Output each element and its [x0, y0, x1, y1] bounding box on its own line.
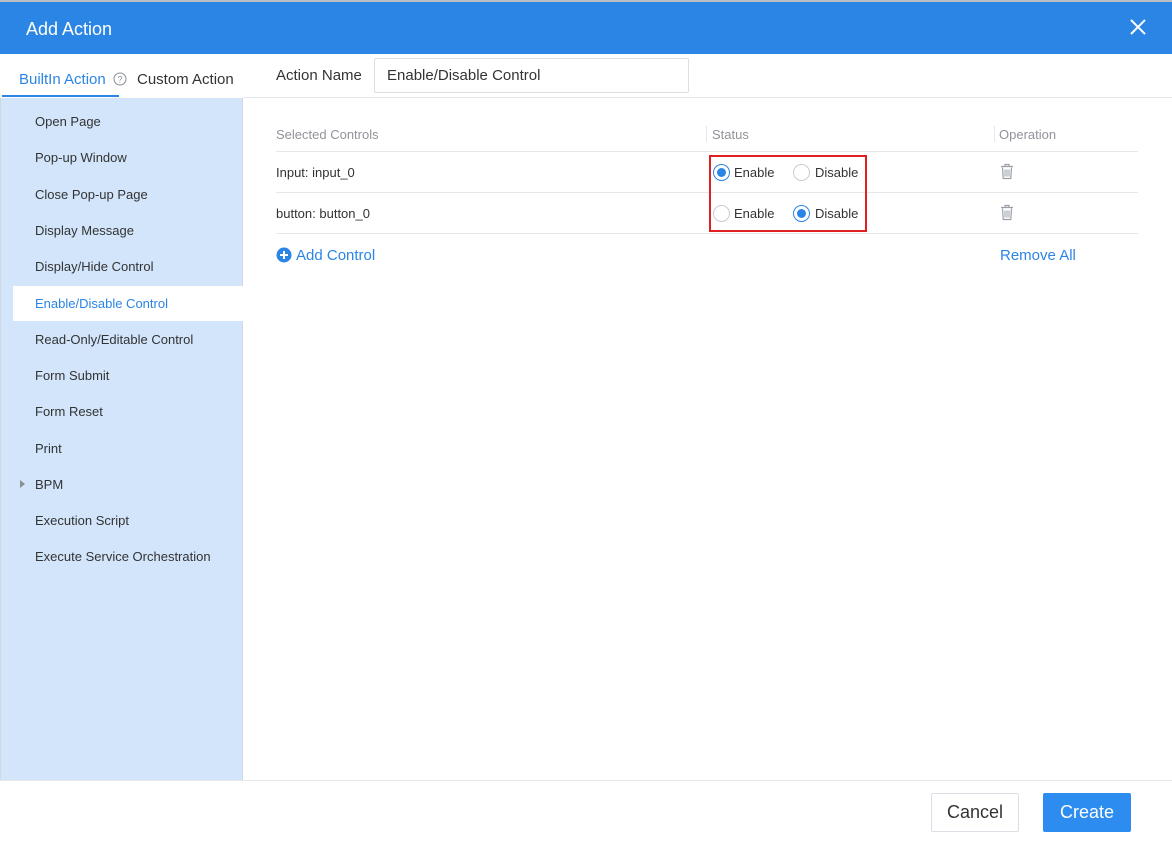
tab-custom-action[interactable]: Custom Action: [137, 71, 234, 88]
add-action-dialog: Add Action BuiltIn Action ? Custom Actio…: [0, 0, 1172, 842]
help-circle-icon[interactable]: ?: [113, 72, 127, 86]
sidebar-item-display-message[interactable]: Display Message: [13, 213, 243, 248]
table-header: Selected Controls Status Operation: [276, 116, 1138, 152]
sidebar-item-open-page[interactable]: Open Page: [13, 104, 243, 139]
sidebar-item-popup-window[interactable]: Pop-up Window: [13, 140, 243, 175]
column-header-selected-controls: Selected Controls: [276, 127, 379, 142]
sidebar-item-readonly-editable-control[interactable]: Read-Only/Editable Control: [13, 322, 243, 357]
action-name-input[interactable]: [374, 58, 689, 93]
sidebar-item-label: Execution Script: [35, 513, 129, 528]
sidebar-item-label: BPM: [35, 477, 64, 492]
sidebar-item-label: Open Page: [35, 114, 101, 129]
sidebar-item-label: Display Message: [35, 223, 134, 238]
dialog-footer: Cancel Create: [0, 780, 1172, 842]
sidebar-item-label: Execute Service Orchestration: [35, 549, 211, 564]
sidebar-item-enable-disable-control[interactable]: Enable/Disable Control: [13, 286, 243, 321]
dialog-title: Add Action: [26, 19, 113, 39]
trash-icon[interactable]: [1000, 204, 1014, 221]
caret-right-icon[interactable]: [20, 480, 25, 488]
action-name-row: Action Name: [243, 54, 1172, 98]
tab-builtin-action[interactable]: BuiltIn Action: [19, 71, 106, 88]
plus-circle-icon[interactable]: [276, 247, 292, 263]
column-header-status: Status: [712, 127, 749, 142]
trash-icon[interactable]: [1000, 163, 1014, 180]
sidebar-item-label: Pop-up Window: [35, 150, 127, 165]
column-divider: [994, 126, 995, 142]
sidebar-item-execution-script[interactable]: Execution Script: [13, 503, 243, 538]
active-tab-indicator: [2, 95, 119, 97]
sidebar-item-close-popup-page[interactable]: Close Pop-up Page: [13, 177, 243, 212]
dialog-titlebar: Add Action: [0, 0, 1172, 54]
sidebar-item-label: Enable/Disable Control: [35, 296, 168, 311]
control-name: button: button_0: [276, 206, 370, 221]
close-icon[interactable]: [1128, 17, 1148, 37]
status-highlight-box: [709, 155, 867, 232]
table-row: button: button_0 Enable Disable: [276, 193, 1138, 234]
remove-all-link[interactable]: Remove All: [1000, 247, 1076, 264]
sidebar-item-label: Form Submit: [35, 368, 110, 383]
svg-text:?: ?: [117, 75, 122, 85]
sidebar-item-bpm[interactable]: BPM: [13, 467, 243, 502]
sidebar-item-label: Close Pop-up Page: [35, 187, 148, 202]
table-row: Input: input_0 Enable Disable: [276, 152, 1138, 193]
column-header-operation: Operation: [999, 127, 1057, 142]
sidebar-item-label: Print: [35, 441, 62, 456]
create-button[interactable]: Create: [1043, 793, 1131, 832]
sidebar-item-form-reset[interactable]: Form Reset: [13, 394, 243, 429]
sidebar-item-label: Display/Hide Control: [35, 259, 154, 274]
cancel-button[interactable]: Cancel: [931, 793, 1019, 832]
sidebar-item-print[interactable]: Print: [13, 431, 243, 466]
column-divider: [706, 126, 707, 142]
sidebar-item-display-hide-control[interactable]: Display/Hide Control: [13, 249, 243, 284]
control-name: Input: input_0: [276, 165, 355, 180]
add-control-label[interactable]: Add Control: [296, 247, 375, 264]
sidebar-item-label: Form Reset: [35, 404, 103, 419]
sidebar-item-label: Read-Only/Editable Control: [35, 332, 194, 347]
action-type-tabs: BuiltIn Action ? Custom Action: [0, 54, 243, 98]
action-name-label: Action Name: [276, 67, 362, 84]
action-list-sidebar: Open Page Pop-up Window Close Pop-up Pag…: [0, 98, 243, 780]
sidebar-item-form-submit[interactable]: Form Submit: [13, 358, 243, 393]
sidebar-item-execute-service-orchestration[interactable]: Execute Service Orchestration: [13, 539, 243, 574]
